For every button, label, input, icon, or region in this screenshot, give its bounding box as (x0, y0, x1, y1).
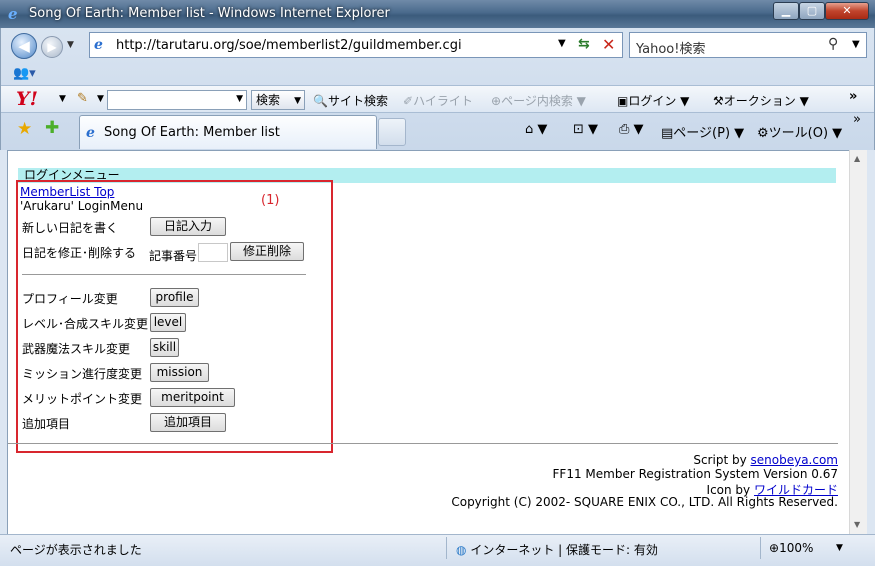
home-icon: ⌂ (525, 122, 534, 137)
gear-icon: ⚙ (757, 126, 769, 141)
senobeya-link[interactable]: senobeya.com (751, 453, 838, 467)
tools-menu-label: ツール(O) (768, 126, 829, 141)
login-icon: ▣ (617, 94, 629, 108)
command-overflow-icon[interactable]: » (853, 112, 861, 127)
status-bar: ページが表示されました ◍ インターネット | 保護モード: 有効 ⊕100% … (0, 534, 875, 566)
page-search-button[interactable]: ⊕ページ内検索 ▼ (491, 92, 586, 109)
address-bar[interactable]: e http://tarutaru.org/soe/memberlist2/gu… (89, 32, 623, 58)
tab-member-list[interactable]: e Song Of Earth: Member list (79, 115, 377, 149)
yahoo-logo[interactable]: Y! (16, 88, 38, 110)
forward-button[interactable]: ▶ (41, 36, 63, 58)
footer-script-by: Script by (693, 453, 747, 467)
new-tab-button[interactable] (378, 118, 406, 146)
history-dropdown-icon[interactable]: ▼ (67, 40, 74, 50)
search-icon[interactable]: ⚲ (828, 36, 838, 52)
footer-divider (8, 443, 838, 444)
footer-system: FF11 Member Registration System Version … (552, 467, 838, 481)
stop-icon[interactable]: ✕ (602, 35, 615, 54)
globe-icon: ◍ (456, 543, 467, 557)
favorites-star-icon[interactable]: ★ (17, 119, 32, 139)
highlight-icon: ✐ (403, 94, 414, 108)
yahoo-search-button-label: 検索 (256, 93, 281, 107)
status-text: ページが表示されました (10, 543, 142, 557)
close-button[interactable]: ✕ (825, 2, 869, 20)
zoom-dropdown-icon[interactable]: ▼ (836, 543, 843, 553)
security-zone[interactable]: ◍ インターネット | 保護モード: 有効 (456, 541, 658, 558)
auction-icon: ⚒ (713, 94, 724, 108)
page-search-icon: ⊕ (491, 94, 502, 108)
page-search-label: ページ内検索 (501, 94, 573, 108)
address-dropdown-icon[interactable]: ▼ (558, 38, 566, 49)
forward-arrow-icon: ▶ (47, 40, 57, 54)
site-search-button[interactable]: 🔍サイト検索 (313, 92, 388, 109)
home-button[interactable]: ⌂ ▼ (525, 122, 547, 137)
site-search-icon: 🔍 (313, 94, 328, 108)
scroll-up-icon[interactable]: ▲ (854, 154, 860, 163)
url-text[interactable]: http://tarutaru.org/soe/memberlist2/guil… (116, 38, 462, 53)
security-zone-label: インターネット | 保護モード: 有効 (470, 543, 658, 557)
window-frame-left (0, 150, 8, 534)
feeds-button[interactable]: ⊡ ▼ (573, 122, 598, 137)
ie-icon: e (8, 5, 18, 23)
search-box[interactable]: Yahoo!検索 ⚲ ▼ (629, 32, 867, 58)
title-bar: e Song Of Earth: Member list - Windows I… (0, 0, 875, 28)
page-menu[interactable]: ▤ページ(P) ▼ (661, 122, 744, 141)
yahoo-dropdown-icon[interactable]: ▼ (59, 94, 66, 104)
highlight-button[interactable]: ✐ハイライト (403, 92, 473, 109)
rss-icon: ⊡ (573, 122, 584, 137)
footer-copyright: Copyright (C) 2002- SQUARE ENIX CO., LTD… (451, 495, 838, 509)
search-placeholder[interactable]: Yahoo!検索 (636, 38, 705, 57)
page-content: ログインメニュー MemberList Top 'Arukaru' LoginM… (8, 150, 849, 534)
tab-page-icon: e (86, 125, 95, 141)
page-icon: e (94, 37, 103, 53)
status-separator (760, 537, 761, 559)
back-arrow-icon: ◀ (18, 37, 30, 55)
tab-bar: ★ ✚ e Song Of Earth: Member list ⌂ ▼ ⊡ ▼… (1, 112, 874, 150)
pencil-icon[interactable]: ✎ (77, 91, 88, 106)
zoom-icon: ⊕ (769, 541, 780, 555)
browser-chrome: ◀ ▶ ▼ e http://tarutaru.org/soe/memberli… (0, 28, 875, 150)
highlight-label: ハイライト (413, 94, 473, 108)
add-favorites-icon[interactable]: ✚ (45, 118, 59, 138)
yahoo-search-input[interactable]: ▼ (107, 90, 247, 110)
maximize-button[interactable]: ▢ (799, 2, 825, 20)
auction-label: オークション (723, 94, 796, 108)
login-label: ログイン (628, 94, 677, 108)
print-icon: ⎙ (619, 122, 630, 137)
tools-menu[interactable]: ⚙ツール(O) ▼ (757, 122, 842, 141)
yahoo-search-dropdown-icon[interactable]: ▼ (294, 92, 301, 110)
print-button[interactable]: ⎙ ▼ (619, 122, 644, 137)
scroll-down-icon[interactable]: ▼ (854, 520, 860, 529)
site-search-label: サイト検索 (327, 94, 388, 108)
refresh-icon[interactable]: ⇆ (578, 36, 590, 52)
search-dropdown-icon[interactable]: ▼ (852, 39, 860, 50)
status-separator (446, 537, 447, 559)
yahoo-search-button[interactable]: 検索 ▼ (251, 90, 305, 110)
contacts-icon[interactable]: 👥▾ (13, 66, 36, 81)
zoom-level[interactable]: ⊕100% (769, 541, 813, 555)
window-title: Song Of Earth: Member list - Windows Int… (29, 6, 390, 21)
highlight-box (16, 180, 333, 453)
links-bar: 👥▾ (1, 62, 874, 84)
pencil-dropdown-icon[interactable]: ▼ (97, 94, 104, 104)
page-menu-icon: ▤ (661, 126, 674, 141)
yahoo-input-dropdown-icon[interactable]: ▼ (236, 94, 243, 104)
footer-script-line: Script by senobeya.com (693, 453, 838, 467)
tab-label: Song Of Earth: Member list (104, 125, 280, 140)
window-frame-right (867, 150, 875, 534)
toolbar-overflow-icon[interactable]: » (849, 89, 857, 104)
page-menu-label: ページ(P) (673, 126, 731, 141)
back-button[interactable]: ◀ (11, 33, 37, 59)
auction-button[interactable]: ⚒オークション ▼ (713, 92, 809, 109)
yahoo-toolbar: Y! ▼ ✎ ▼ ▼ 検索 ▼ 🔍サイト検索 ✐ハイライト ⊕ページ内検索 ▼ … (1, 85, 874, 113)
minimize-button[interactable]: ▁ (773, 2, 799, 20)
zoom-label: 100% (779, 541, 814, 555)
login-button[interactable]: ▣ログイン ▼ (617, 92, 689, 109)
vertical-scrollbar[interactable]: ▲ ▼ (849, 150, 867, 534)
